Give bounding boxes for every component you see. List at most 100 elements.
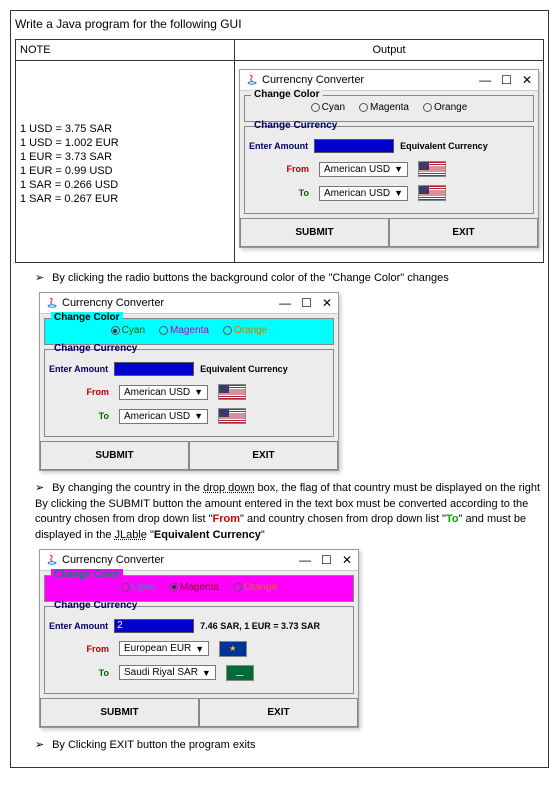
chevron-down-icon: ▼	[194, 411, 203, 421]
from-label: From	[77, 644, 109, 654]
change-color-panel: Change Color Cyan Magenta Orange	[44, 575, 354, 602]
exit-button[interactable]: EXIT	[189, 441, 338, 470]
radio-magenta[interactable]: Magenta	[359, 102, 409, 113]
change-color-panel: Change Color Cyan Magenta Orange	[244, 95, 534, 122]
change-currency-legend: Change Currency	[51, 600, 140, 611]
radio-orange[interactable]: Orange	[233, 582, 277, 593]
submit-button[interactable]: SUBMIT	[40, 698, 199, 727]
titlebar: Currencny Converter — ☐ ✕	[240, 70, 538, 91]
change-currency-legend: Change Currency	[51, 343, 140, 354]
amount-input[interactable]	[114, 362, 194, 376]
window-title: Currencny Converter	[262, 74, 364, 86]
maximize-icon[interactable]: ☐	[321, 553, 332, 567]
from-dropdown[interactable]: European EUR▼	[119, 641, 209, 656]
note-line: 1 EUR = 0.99 USD	[20, 165, 230, 177]
change-currency-panel: Change Currency Enter Amount Equivalent …	[44, 349, 334, 437]
converter-window-magenta: Currencny Converter — ☐ ✕ Change Color C…	[39, 549, 359, 728]
close-icon[interactable]: ✕	[522, 73, 532, 87]
arrow-icon: ➢	[35, 481, 49, 494]
to-label: To	[77, 668, 109, 678]
from-dropdown[interactable]: American USD▼	[119, 385, 208, 400]
titlebar: Currencny Converter — ☐ ✕	[40, 293, 338, 314]
enter-amount-label: Enter Amount	[49, 621, 108, 631]
chevron-down-icon: ▼	[394, 188, 403, 198]
enter-amount-label: Enter Amount	[249, 141, 308, 151]
from-label: From	[77, 387, 109, 397]
radio-magenta[interactable]: Magenta	[159, 325, 209, 336]
chevron-down-icon: ▼	[194, 387, 203, 397]
close-icon[interactable]: ✕	[342, 553, 352, 567]
java-icon	[246, 74, 258, 86]
output-cell: Currencny Converter — ☐ ✕ Change Color C…	[235, 61, 544, 263]
minimize-icon[interactable]: —	[299, 553, 311, 567]
converter-window-default: Currencny Converter — ☐ ✕ Change Color C…	[239, 69, 539, 248]
chevron-down-icon: ▼	[195, 644, 204, 654]
note-line: 1 USD = 3.75 SAR	[20, 123, 230, 135]
change-color-panel: Change Color Cyan Magenta Orange	[44, 318, 334, 345]
flag-us-icon	[218, 408, 246, 424]
flag-us-icon	[418, 161, 446, 177]
bullet-3: ➢ By Clicking EXIT button the program ex…	[35, 738, 544, 753]
chevron-down-icon: ▼	[394, 164, 403, 174]
change-currency-legend: Change Currency	[251, 120, 340, 131]
window-title: Currencny Converter	[62, 554, 164, 566]
maximize-icon[interactable]: ☐	[501, 73, 512, 87]
flag-us-icon	[418, 185, 446, 201]
submit-button[interactable]: SUBMIT	[40, 441, 189, 470]
bullet-2: ➢ By changing the country in the drop do…	[35, 481, 544, 543]
to-dropdown[interactable]: American USD▼	[319, 186, 408, 201]
change-color-legend: Change Color	[51, 312, 123, 323]
exit-button[interactable]: EXIT	[199, 698, 358, 727]
titlebar: Currencny Converter — ☐ ✕	[40, 550, 358, 571]
submit-button[interactable]: SUBMIT	[240, 218, 389, 247]
table-header-output: Output	[235, 40, 544, 61]
radio-cyan[interactable]: Cyan	[311, 102, 345, 113]
equivalent-label: Equivalent Currency	[200, 364, 288, 374]
amount-input[interactable]: 2	[114, 619, 194, 633]
change-currency-panel: Change Currency Enter Amount Equivalent …	[244, 126, 534, 214]
equivalent-label: Equivalent Currency	[400, 141, 488, 151]
from-label: From	[277, 164, 309, 174]
flag-eu-icon	[219, 641, 247, 657]
arrow-icon: ➢	[35, 271, 49, 284]
converter-window-cyan: Currencny Converter — ☐ ✕ Change Color C…	[39, 292, 339, 471]
java-icon	[46, 554, 58, 566]
radio-orange[interactable]: Orange	[223, 325, 267, 336]
enter-amount-label: Enter Amount	[49, 364, 108, 374]
java-icon	[46, 297, 58, 309]
bullet-1: ➢ By clicking the radio buttons the back…	[35, 271, 544, 286]
amount-input[interactable]	[314, 139, 394, 153]
to-label: To	[77, 411, 109, 421]
change-currency-panel: Change Currency Enter Amount 2 7.46 SAR,…	[44, 606, 354, 694]
window-title: Currencny Converter	[62, 297, 164, 309]
minimize-icon[interactable]: —	[479, 73, 491, 87]
minimize-icon[interactable]: —	[279, 296, 291, 310]
exit-button[interactable]: EXIT	[389, 218, 538, 247]
to-label: To	[277, 188, 309, 198]
note-line: 1 SAR = 0.267 EUR	[20, 193, 230, 205]
to-dropdown[interactable]: Saudi Riyal SAR▼	[119, 665, 216, 680]
radio-cyan[interactable]: Cyan	[121, 582, 155, 593]
note-line: 1 EUR = 3.73 SAR	[20, 151, 230, 163]
change-color-legend: Change Color	[251, 89, 323, 100]
from-dropdown[interactable]: American USD▼	[319, 162, 408, 177]
page-heading: Write a Java program for the following G…	[15, 17, 544, 31]
document-page: Write a Java program for the following G…	[10, 10, 549, 768]
chevron-down-icon: ▼	[202, 668, 211, 678]
note-cell: 1 USD = 3.75 SAR 1 USD = 1.002 EUR 1 EUR…	[16, 61, 235, 263]
arrow-icon: ➢	[35, 738, 49, 751]
close-icon[interactable]: ✕	[322, 296, 332, 310]
to-dropdown[interactable]: American USD▼	[119, 409, 208, 424]
radio-orange[interactable]: Orange	[423, 102, 467, 113]
radio-cyan[interactable]: Cyan	[111, 325, 145, 336]
change-color-legend: Change Color	[51, 569, 123, 580]
maximize-icon[interactable]: ☐	[301, 296, 312, 310]
note-line: 1 SAR = 0.266 USD	[20, 179, 230, 191]
table-header-note: NOTE	[16, 40, 235, 61]
note-output-table: NOTE Output 1 USD = 3.75 SAR 1 USD = 1.0…	[15, 39, 544, 263]
result-label: 7.46 SAR, 1 EUR = 3.73 SAR	[200, 621, 320, 631]
radio-magenta[interactable]: Magenta	[169, 582, 219, 593]
note-line: 1 USD = 1.002 EUR	[20, 137, 230, 149]
flag-sa-icon	[226, 665, 254, 681]
flag-us-icon	[218, 384, 246, 400]
